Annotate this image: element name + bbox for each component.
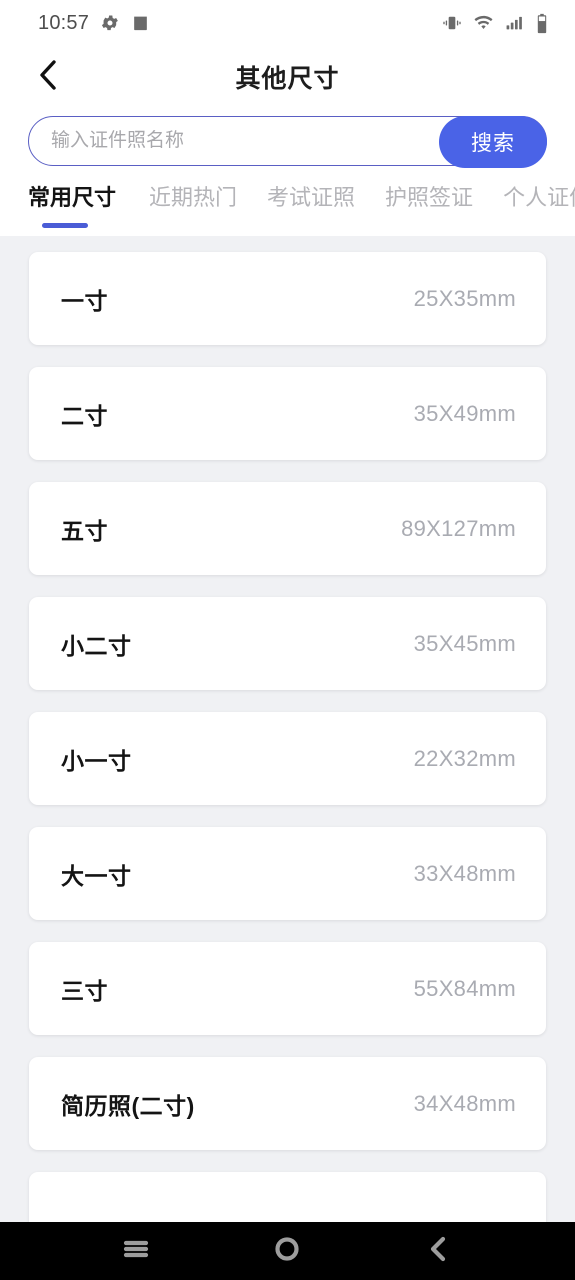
status-bar-clock: 10:57 — [38, 11, 90, 34]
size-value: 55X84mm — [413, 975, 516, 1001]
size-name: 小一寸 — [61, 747, 132, 774]
wifi-icon — [473, 13, 494, 33]
list-item[interactable]: 小二寸 35X45mm — [29, 597, 546, 690]
list-item[interactable]: 二寸 35X49mm — [29, 367, 546, 460]
tab-label: 个人证件 — [503, 185, 575, 210]
nav-recents-button[interactable] — [101, 1222, 171, 1280]
tab-passport-visa[interactable]: 护照签证 — [370, 174, 488, 212]
list-item[interactable]: 简历照(二寸) 34X48mm — [29, 1057, 546, 1150]
battery-icon — [535, 13, 549, 34]
tab-label: 常用尺寸 — [28, 185, 117, 210]
nav-home-button[interactable] — [252, 1222, 322, 1280]
size-value: 35X49mm — [413, 400, 516, 426]
size-value: 34X48mm — [413, 1090, 516, 1116]
menu-icon — [121, 1234, 151, 1269]
size-value: 35X45mm — [413, 630, 516, 656]
android-nav-bar — [0, 1222, 575, 1280]
list-item[interactable]: 三寸 55X84mm — [29, 942, 546, 1035]
tab-label: 考试证照 — [267, 185, 356, 210]
status-bar-right — [442, 13, 549, 34]
size-name: 简历照(二寸) — [61, 1092, 195, 1119]
list-item[interactable]: 一寸 25X35mm — [29, 252, 546, 345]
list-item[interactable]: 小一寸 22X32mm — [29, 712, 546, 805]
size-name: 一寸 — [61, 287, 108, 314]
size-value: 25X35mm — [413, 285, 516, 311]
vibrate-icon — [442, 13, 462, 33]
size-name: 五寸 — [61, 517, 108, 544]
tab-personal-id[interactable]: 个人证件 — [488, 174, 575, 212]
size-name: 大一寸 — [61, 862, 132, 889]
size-name: 小二寸 — [61, 632, 132, 659]
phone-screen: 10:57 其他尺寸 输入证件照名称 搜索 常用尺寸 近期热门 考试证照 护照签… — [0, 0, 575, 1280]
category-tabs[interactable]: 常用尺寸 近期热门 考试证照 护照签证 个人证件 — [0, 174, 575, 236]
list-item[interactable]: 大一寸 33X48mm — [29, 827, 546, 920]
back-button[interactable] — [22, 46, 74, 108]
shopping-bag-icon — [131, 13, 150, 33]
tab-label: 近期热门 — [149, 185, 238, 210]
tab-exam-photos[interactable]: 考试证照 — [252, 174, 370, 212]
tab-common-sizes[interactable]: 常用尺寸 — [28, 174, 134, 228]
app-header: 其他尺寸 — [0, 46, 575, 108]
tab-label: 护照签证 — [385, 185, 474, 210]
search-button[interactable]: 搜索 — [439, 116, 547, 168]
chevron-left-icon — [35, 58, 61, 97]
size-value: 33X48mm — [413, 860, 516, 886]
nav-back-button[interactable] — [404, 1222, 474, 1280]
size-name: 三寸 — [61, 977, 108, 1004]
circle-icon — [272, 1234, 302, 1269]
size-list[interactable]: 一寸 25X35mm 二寸 35X49mm 五寸 89X127mm 小二寸 35… — [0, 236, 575, 1280]
search-section: 搜索 — [0, 108, 575, 174]
size-name: 二寸 — [61, 402, 108, 429]
list-item[interactable]: 五寸 89X127mm — [29, 482, 546, 575]
gear-icon — [100, 13, 120, 33]
page-title: 其他尺寸 — [235, 65, 340, 93]
tab-recent-popular[interactable]: 近期热门 — [134, 174, 252, 212]
signal-icon — [505, 13, 524, 33]
size-value: 22X32mm — [413, 745, 516, 771]
size-value: 89X127mm — [401, 515, 516, 541]
status-bar-left: 10:57 — [38, 12, 150, 35]
status-bar: 10:57 — [0, 0, 575, 46]
search-box: 搜索 — [28, 116, 547, 168]
tab-active-underline — [42, 223, 88, 228]
chevron-left-icon — [424, 1234, 454, 1269]
